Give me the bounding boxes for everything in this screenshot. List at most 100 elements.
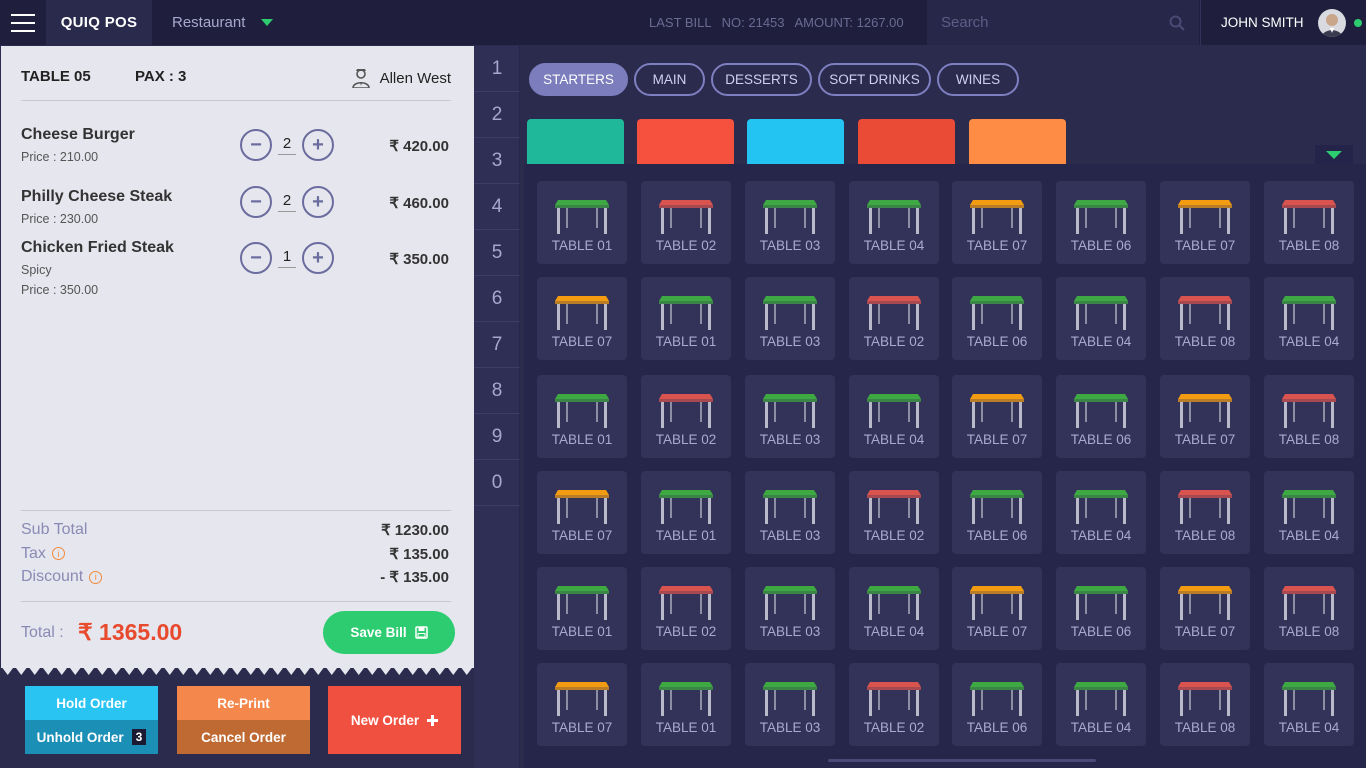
- table-icon: [763, 586, 817, 620]
- table-card[interactable]: TABLE 07: [1160, 181, 1250, 264]
- table-card[interactable]: TABLE 07: [952, 567, 1042, 650]
- table-card[interactable]: TABLE 02: [641, 567, 731, 650]
- numpad-key-2[interactable]: 2: [474, 92, 520, 138]
- numpad-key-4[interactable]: 4: [474, 184, 520, 230]
- table-card[interactable]: TABLE 08: [1160, 277, 1250, 360]
- numpad-key-3[interactable]: 3: [474, 138, 520, 184]
- table-card[interactable]: TABLE 08: [1264, 375, 1354, 458]
- increase-quantity-button[interactable]: +: [302, 129, 334, 161]
- tab-main[interactable]: MAIN: [634, 63, 705, 96]
- table-card[interactable]: TABLE 08: [1264, 567, 1354, 650]
- table-card[interactable]: TABLE 03: [745, 181, 835, 264]
- table-card[interactable]: TABLE 01: [537, 181, 627, 264]
- new-order-button[interactable]: New Order: [328, 686, 461, 754]
- info-icon[interactable]: i: [51, 547, 65, 560]
- table-card[interactable]: TABLE 04: [849, 567, 939, 650]
- table-card[interactable]: TABLE 02: [641, 181, 731, 264]
- table-card[interactable]: TABLE 07: [537, 277, 627, 360]
- table-card[interactable]: TABLE 02: [641, 375, 731, 458]
- table-label: TABLE 04: [1070, 528, 1132, 543]
- table-card[interactable]: TABLE 03: [745, 663, 835, 746]
- table-card[interactable]: TABLE 03: [745, 277, 835, 360]
- numpad-key-7[interactable]: 7: [474, 322, 520, 368]
- increase-quantity-button[interactable]: +: [302, 242, 334, 274]
- reprint-button[interactable]: Re-Print: [177, 686, 310, 720]
- tab-soft-drinks[interactable]: SOFT DRINKS: [818, 63, 931, 96]
- quantity-value[interactable]: 2: [278, 192, 296, 212]
- user-menu[interactable]: JOHN SMITH: [1200, 0, 1366, 45]
- floor-dropdown-toggle[interactable]: [1315, 145, 1353, 165]
- table-card[interactable]: TABLE 08: [1160, 663, 1250, 746]
- quantity-value[interactable]: 1: [278, 248, 296, 268]
- table-card[interactable]: TABLE 04: [1264, 471, 1354, 554]
- table-card[interactable]: TABLE 04: [1056, 471, 1146, 554]
- table-card[interactable]: TABLE 06: [952, 277, 1042, 360]
- numpad-key-6[interactable]: 6: [474, 276, 520, 322]
- venue-dropdown[interactable]: Restaurant: [172, 14, 274, 31]
- table-card[interactable]: TABLE 07: [1160, 375, 1250, 458]
- floor-tab-2[interactable]: [637, 119, 734, 164]
- avatar[interactable]: [1317, 8, 1346, 37]
- table-card[interactable]: TABLE 06: [1056, 181, 1146, 264]
- table-card[interactable]: TABLE 06: [1056, 567, 1146, 650]
- table-card[interactable]: TABLE 03: [745, 375, 835, 458]
- table-card[interactable]: TABLE 01: [641, 663, 731, 746]
- table-card[interactable]: TABLE 07: [952, 181, 1042, 264]
- table-card[interactable]: TABLE 07: [537, 471, 627, 554]
- decrease-quantity-button[interactable]: −: [240, 242, 272, 274]
- table-card[interactable]: TABLE 01: [537, 375, 627, 458]
- floor-tab-4[interactable]: [858, 119, 955, 164]
- table-card[interactable]: TABLE 07: [952, 375, 1042, 458]
- table-card[interactable]: TABLE 04: [1264, 277, 1354, 360]
- table-card[interactable]: TABLE 04: [1056, 277, 1146, 360]
- table-card[interactable]: TABLE 06: [952, 471, 1042, 554]
- search-icon[interactable]: [1169, 15, 1185, 31]
- horizontal-scrollbar[interactable]: [828, 759, 1096, 762]
- table-card[interactable]: TABLE 04: [849, 181, 939, 264]
- table-card[interactable]: TABLE 07: [537, 663, 627, 746]
- tab-desserts[interactable]: DESSERTS: [711, 63, 812, 96]
- numpad-key-8[interactable]: 8: [474, 368, 520, 414]
- table-card[interactable]: TABLE 04: [1264, 663, 1354, 746]
- increase-quantity-button[interactable]: +: [302, 186, 334, 218]
- save-bill-button[interactable]: Save Bill: [323, 611, 455, 654]
- table-card[interactable]: TABLE 01: [641, 471, 731, 554]
- info-icon[interactable]: i: [89, 570, 103, 584]
- tab-wines[interactable]: WINES: [937, 63, 1019, 96]
- table-card[interactable]: TABLE 01: [537, 567, 627, 650]
- floor-tab-3[interactable]: [747, 119, 844, 164]
- total-value: ₹ 1365.00: [78, 619, 183, 645]
- table-icon: [659, 586, 713, 620]
- table-card[interactable]: TABLE 08: [1264, 181, 1354, 264]
- table-card[interactable]: TABLE 06: [1056, 375, 1146, 458]
- cancel-order-button[interactable]: Cancel Order: [177, 720, 310, 754]
- table-card[interactable]: TABLE 07: [1160, 567, 1250, 650]
- numpad-key-9[interactable]: 9: [474, 414, 520, 460]
- menu-icon[interactable]: [0, 0, 46, 45]
- search-input[interactable]: [941, 14, 1169, 31]
- table-card[interactable]: TABLE 06: [952, 663, 1042, 746]
- decrease-quantity-button[interactable]: −: [240, 186, 272, 218]
- table-card[interactable]: TABLE 02: [849, 277, 939, 360]
- bill-summary: Sub Total ₹ 1230.00 Tax i ₹ 135.00 Discou…: [21, 510, 451, 592]
- table-card[interactable]: TABLE 08: [1160, 471, 1250, 554]
- numpad-key-5[interactable]: 5: [474, 230, 520, 276]
- decrease-quantity-button[interactable]: −: [240, 129, 272, 161]
- table-card[interactable]: TABLE 02: [849, 663, 939, 746]
- tab-starters[interactable]: STARTERS: [529, 63, 628, 96]
- table-card[interactable]: TABLE 04: [849, 375, 939, 458]
- table-icon: [970, 490, 1024, 524]
- table-card[interactable]: TABLE 03: [745, 567, 835, 650]
- numpad-key-0[interactable]: 0: [474, 460, 520, 506]
- table-card[interactable]: TABLE 01: [641, 277, 731, 360]
- floor-tab-1[interactable]: [527, 119, 624, 164]
- table-card[interactable]: TABLE 02: [849, 471, 939, 554]
- quantity-value[interactable]: 2: [278, 135, 296, 155]
- unhold-order-button[interactable]: Unhold Order 3: [25, 720, 158, 754]
- numpad-key-1[interactable]: 1: [474, 46, 520, 92]
- table-card[interactable]: TABLE 04: [1056, 663, 1146, 746]
- table-card[interactable]: TABLE 03: [745, 471, 835, 554]
- hold-order-button[interactable]: Hold Order: [25, 686, 158, 720]
- floor-tab-5[interactable]: [969, 119, 1066, 164]
- table-label: TABLE 02: [863, 528, 925, 543]
